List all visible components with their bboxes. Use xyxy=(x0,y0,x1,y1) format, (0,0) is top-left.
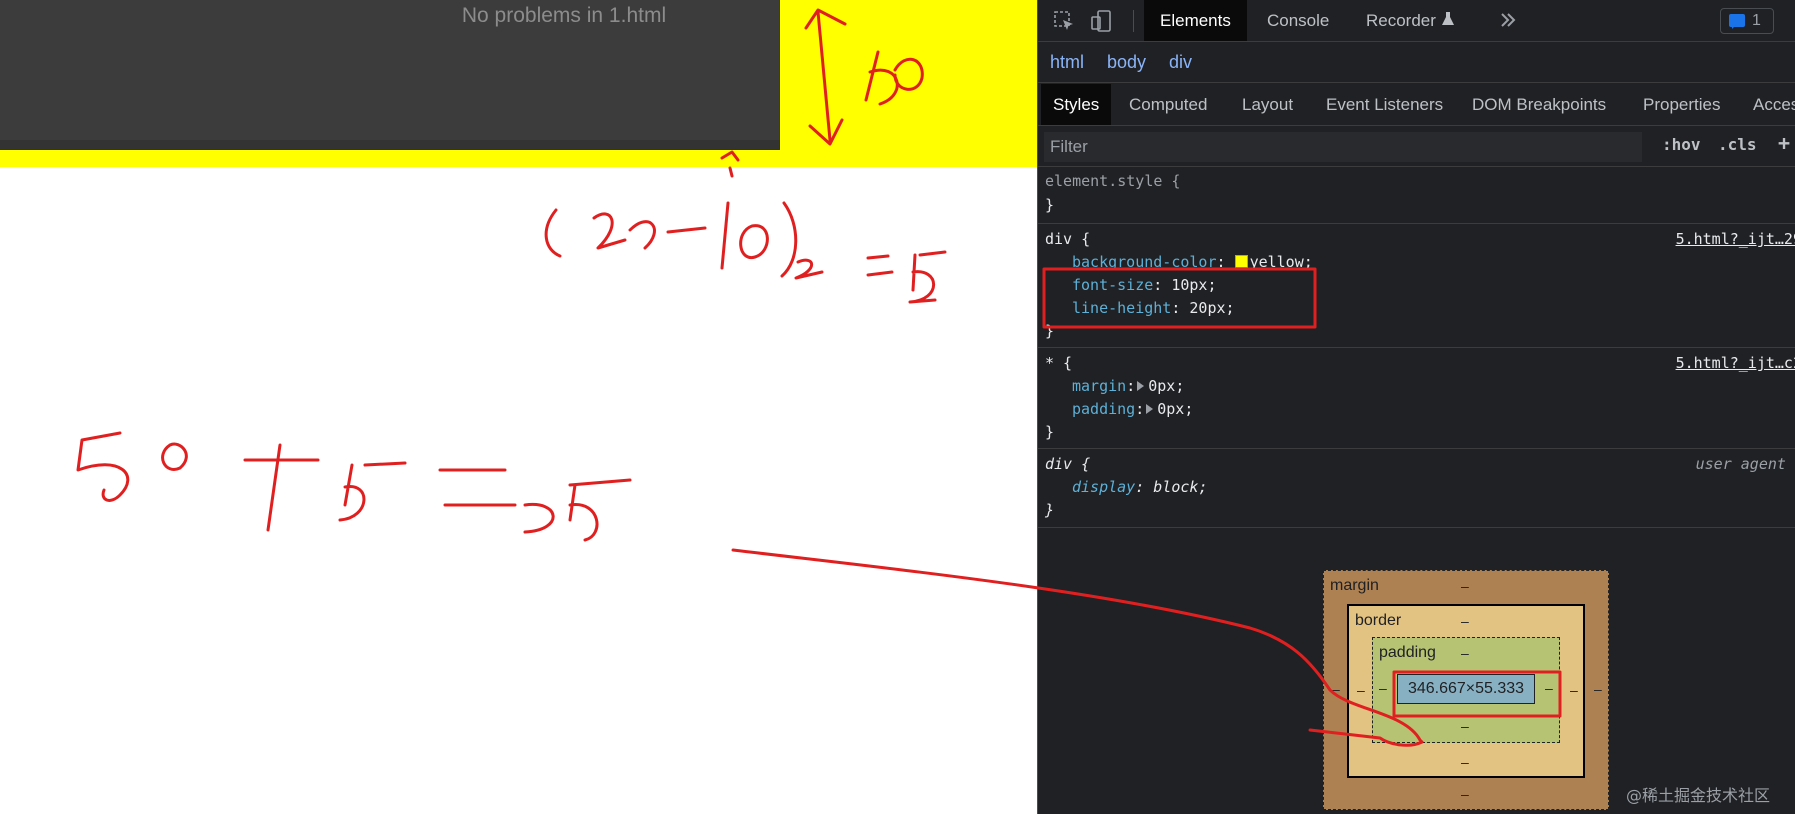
screenshot-root: No problems in 1.html Elements Console R… xyxy=(0,0,1795,814)
styles-filter-bar: :hov .cls + xyxy=(1038,127,1795,167)
user-agent-source-label: user agent s xyxy=(1695,455,1795,473)
subtab-computed[interactable]: Computed xyxy=(1129,84,1207,125)
subtab-properties[interactable]: Properties xyxy=(1643,84,1720,125)
color-swatch[interactable] xyxy=(1234,255,1248,268)
div-style-rule: 5.html?_ijt…29 div { background-color: y… xyxy=(1038,225,1795,348)
declaration-font-size[interactable]: font-size: 10px; xyxy=(1072,274,1217,296)
box-model-margin[interactable]: margin – – – – border – – – – padding – … xyxy=(1323,570,1609,810)
rule-close-brace: } xyxy=(1045,423,1055,441)
rule-selector: div { xyxy=(1045,455,1091,473)
tab-elements[interactable]: Elements xyxy=(1144,0,1247,41)
padding-right-value[interactable]: – xyxy=(1545,680,1553,696)
breadcrumb-body[interactable]: body xyxy=(1107,43,1146,82)
breadcrumb-div[interactable]: div xyxy=(1169,43,1192,82)
declaration-background-color[interactable]: background-color: yellow; xyxy=(1072,251,1313,273)
tab-recorder-label: Recorder xyxy=(1366,11,1436,30)
flask-icon xyxy=(1441,1,1454,42)
margin-left-value[interactable]: – xyxy=(1332,681,1340,697)
inspect-element-icon[interactable] xyxy=(1052,9,1076,33)
user-agent-style-rule: user agent s div { display: block; } xyxy=(1038,450,1795,528)
property-name: padding xyxy=(1072,400,1136,418)
padding-label: padding xyxy=(1379,644,1436,661)
styles-filter-input[interactable] xyxy=(1044,132,1642,162)
subtab-accessibility[interactable]: Acces xyxy=(1753,84,1795,125)
element-style-selector[interactable]: element.style { xyxy=(1045,170,1180,192)
rule-source-link[interactable]: 5.html?_ijt…c2 xyxy=(1676,352,1795,374)
property-name: display xyxy=(1072,478,1136,496)
expand-triangle-icon[interactable] xyxy=(1146,404,1154,414)
border-top-value[interactable]: – xyxy=(1461,613,1469,629)
universal-style-rule: 5.html?_ijt…c2 * { margin: 0px; padding: 0… xyxy=(1038,349,1795,449)
margin-right-value[interactable]: – xyxy=(1594,681,1602,697)
box-model-padding[interactable]: padding – – – – 346.667×55.333 xyxy=(1372,637,1560,743)
border-left-value[interactable]: – xyxy=(1357,682,1365,698)
cls-toggle-button[interactable]: .cls xyxy=(1718,135,1757,154)
device-toolbar-icon[interactable] xyxy=(1090,9,1114,33)
border-bottom-value[interactable]: – xyxy=(1461,754,1469,770)
property-name: line-height xyxy=(1072,299,1172,317)
border-right-value[interactable]: – xyxy=(1570,682,1578,698)
property-value: 10px xyxy=(1171,276,1208,294)
rule-selector[interactable]: * { xyxy=(1045,352,1072,374)
rule-selector[interactable]: div { xyxy=(1045,228,1090,250)
tab-console[interactable]: Console xyxy=(1267,0,1329,41)
problems-message: No problems in 1.html xyxy=(461,4,667,27)
problems-panel-bar xyxy=(0,140,780,150)
hov-toggle-button[interactable]: :hov xyxy=(1662,135,1701,154)
property-value: 0px xyxy=(1148,377,1176,395)
toolbar-separator xyxy=(1133,10,1134,32)
padding-left-value[interactable]: – xyxy=(1379,680,1387,696)
issues-chat-icon xyxy=(1729,14,1745,29)
property-value: yellow xyxy=(1249,253,1304,271)
breadcrumb-html[interactable]: html xyxy=(1050,43,1084,82)
devtools-toolbar: Elements Console Recorder 1 xyxy=(1038,0,1795,42)
rule-close-brace: } xyxy=(1045,196,1055,214)
property-value: 20px xyxy=(1189,299,1226,317)
property-value: block xyxy=(1153,478,1199,496)
issues-button[interactable]: 1 xyxy=(1720,8,1774,34)
property-name: margin xyxy=(1072,377,1127,395)
breadcrumb: html body div xyxy=(1038,43,1795,83)
sidebar-subtabs: Styles Computed Layout Event Listeners D… xyxy=(1038,84,1795,126)
margin-label: margin xyxy=(1330,577,1379,594)
declaration-margin[interactable]: margin: 0px; xyxy=(1072,375,1184,397)
expand-triangle-icon[interactable] xyxy=(1137,381,1145,391)
rule-close-brace: } xyxy=(1045,322,1055,340)
more-tabs-chevron-icon[interactable] xyxy=(1496,8,1520,32)
padding-top-value[interactable]: – xyxy=(1461,645,1469,661)
border-label: border xyxy=(1355,612,1402,629)
subtab-dom-breakpoints[interactable]: DOM Breakpoints xyxy=(1472,84,1606,125)
issues-count: 1 xyxy=(1752,12,1761,29)
property-name: font-size xyxy=(1072,276,1154,294)
margin-top-value[interactable]: – xyxy=(1461,578,1469,594)
property-name: background-color xyxy=(1072,253,1217,271)
box-model-diagram: margin – – – – border – – – – padding – … xyxy=(1323,570,1609,810)
subtab-layout[interactable]: Layout xyxy=(1242,84,1293,125)
box-model-content-size[interactable]: 346.667×55.333 xyxy=(1397,674,1535,704)
property-value: 0px xyxy=(1157,400,1185,418)
subtab-event-listeners[interactable]: Event Listeners xyxy=(1326,84,1443,125)
new-style-rule-button[interactable]: + xyxy=(1778,131,1790,155)
rule-close-brace: } xyxy=(1045,501,1055,519)
element-style-rule: element.style { } xyxy=(1038,168,1795,224)
tab-recorder[interactable]: Recorder xyxy=(1366,0,1454,41)
declaration-padding[interactable]: padding: 0px; xyxy=(1072,398,1193,420)
margin-bottom-value[interactable]: – xyxy=(1461,786,1469,802)
subtab-styles[interactable]: Styles xyxy=(1041,84,1112,125)
devtools-panel: Elements Console Recorder 1 html body di… xyxy=(1037,0,1795,814)
watermark: @稀土掘金技术社区 xyxy=(1626,786,1771,805)
rule-source-link[interactable]: 5.html?_ijt…29 xyxy=(1676,228,1795,250)
declaration-line-height[interactable]: line-height: 20px; xyxy=(1072,297,1235,319)
box-model-border[interactable]: border – – – – padding – – – – 346.667×5… xyxy=(1347,604,1585,778)
padding-bottom-value[interactable]: – xyxy=(1461,718,1469,734)
page-viewport: No problems in 1.html xyxy=(0,0,1037,814)
declaration-display: display: block; xyxy=(1072,478,1208,496)
